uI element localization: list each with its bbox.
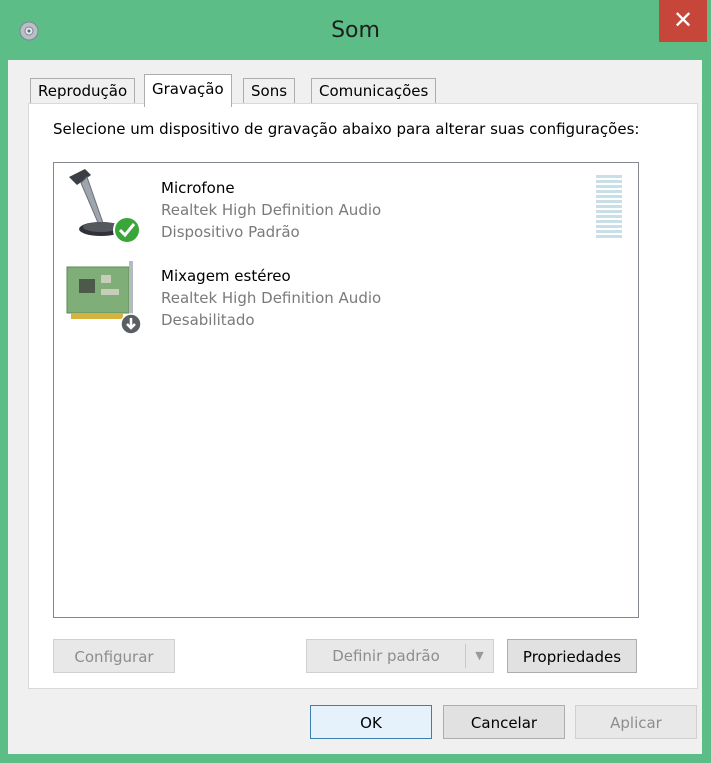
dialog-client-area: Reprodução Gravação Sons Comunicações Se…	[8, 60, 702, 754]
device-name: Mixagem estéreo	[161, 267, 291, 285]
tab-reproducao[interactable]: Reprodução	[30, 78, 136, 104]
properties-button[interactable]: Propriedades	[507, 639, 637, 673]
device-info: Mixagem estéreo Realtek High Definition …	[161, 265, 381, 331]
chevron-down-icon[interactable]: ▼	[465, 644, 493, 668]
tab-gravacao[interactable]: Gravação	[144, 74, 232, 107]
recording-tab-panel: Selecione um dispositivo de gravação aba…	[28, 103, 698, 689]
device-list[interactable]: Microfone Realtek High Definition Audio …	[53, 162, 639, 618]
device-status: Desabilitado	[161, 311, 255, 329]
tab-sons[interactable]: Sons	[243, 78, 296, 104]
configure-button[interactable]: Configurar	[53, 639, 175, 673]
tab-comunicacoes[interactable]: Comunicações	[311, 78, 437, 104]
cancel-button[interactable]: Cancelar	[443, 705, 565, 739]
level-meter	[596, 175, 622, 241]
ok-button[interactable]: OK	[310, 705, 432, 739]
title-bar[interactable]: Som ✕	[0, 0, 711, 64]
device-item-microphone[interactable]: Microfone Realtek High Definition Audio …	[54, 163, 638, 249]
device-info: Microfone Realtek High Definition Audio …	[161, 177, 381, 243]
disabled-arrow-icon	[120, 313, 142, 335]
device-status: Dispositivo Padrão	[161, 223, 300, 241]
device-item-stereo-mix[interactable]: Mixagem estéreo Realtek High Definition …	[54, 251, 638, 337]
sound-dialog: Som ✕ Reprodução Gravação Sons Comunicaç…	[0, 0, 711, 763]
set-default-label: Definir padrão	[332, 647, 440, 665]
instructions-text: Selecione um dispositivo de gravação aba…	[53, 120, 640, 138]
apply-button[interactable]: Aplicar	[575, 705, 697, 739]
device-driver: Realtek High Definition Audio	[161, 289, 382, 307]
close-button[interactable]: ✕	[659, 0, 707, 42]
set-default-split-button[interactable]: Definir padrão ▼	[306, 639, 494, 673]
window-title: Som	[331, 18, 380, 43]
device-name: Microfone	[161, 179, 235, 197]
default-check-icon	[113, 216, 141, 244]
close-icon: ✕	[672, 6, 694, 34]
device-driver: Realtek High Definition Audio	[161, 201, 382, 219]
